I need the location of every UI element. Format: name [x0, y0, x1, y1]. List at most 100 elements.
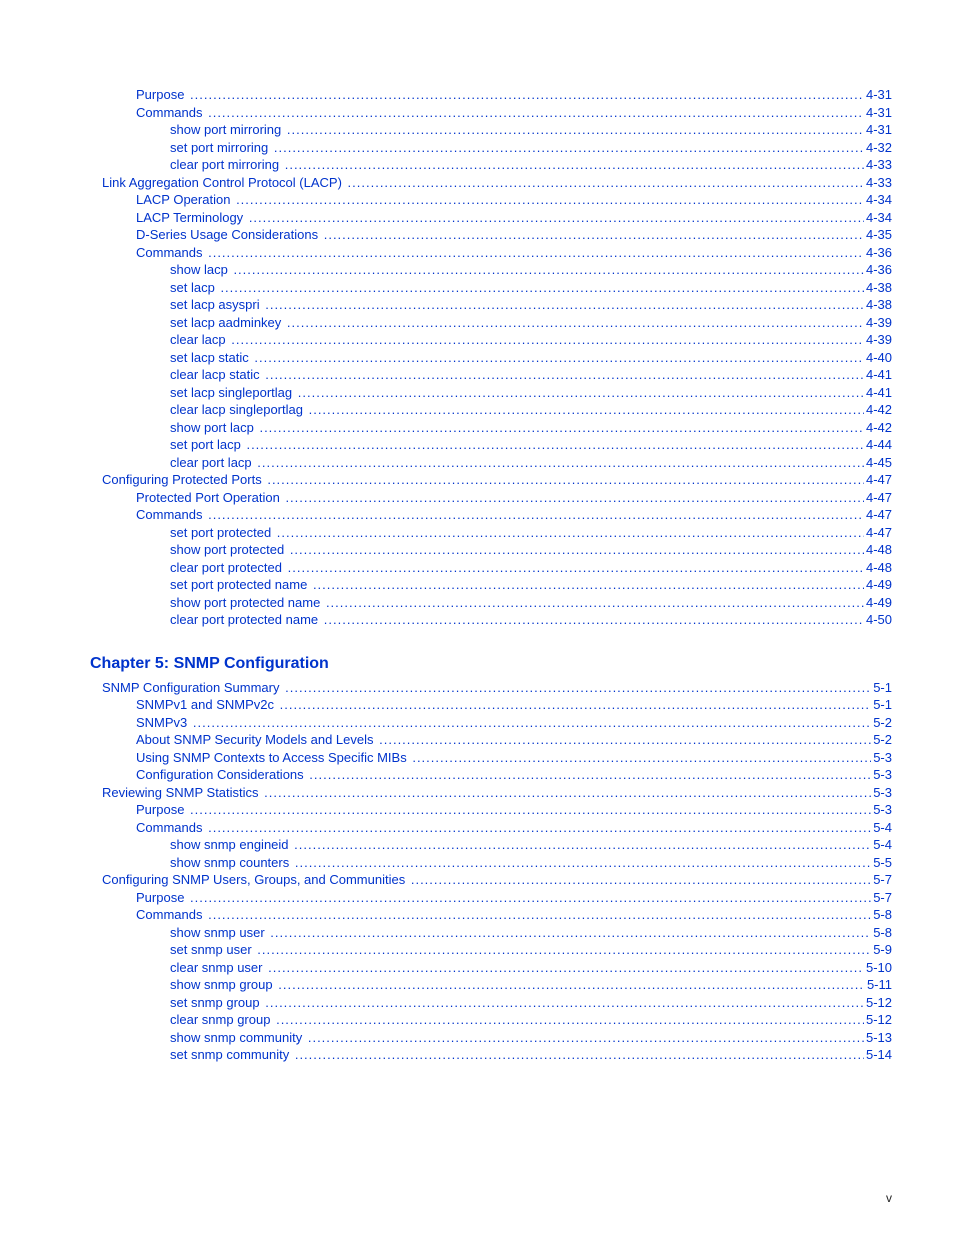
toc-link[interactable]: Reviewing SNMP Statistics: [102, 784, 259, 802]
toc-page-number: 5-11: [865, 976, 892, 994]
toc-link[interactable]: clear lacp static: [170, 366, 260, 384]
toc-entry: show snmp community ....................…: [90, 1029, 892, 1047]
toc-page-number: 4-42: [864, 401, 892, 419]
toc-link[interactable]: Configuring Protected Ports: [102, 471, 262, 489]
toc-link[interactable]: clear port lacp: [170, 454, 252, 472]
toc-link[interactable]: set lacp static: [170, 349, 249, 367]
toc-link[interactable]: Protected Port Operation: [136, 489, 280, 507]
toc-entry: SNMPv1 and SNMPv2c .....................…: [90, 696, 892, 714]
toc-page-number: 5-7: [871, 871, 892, 889]
toc-link[interactable]: set port protected name: [170, 576, 307, 594]
toc-link[interactable]: set port protected: [170, 524, 271, 542]
toc-link[interactable]: show snmp group: [170, 976, 273, 994]
toc-leader-dots: ........................................…: [272, 139, 864, 157]
toc-link[interactable]: show snmp user: [170, 924, 265, 942]
toc-link[interactable]: SNMPv3: [136, 714, 187, 732]
toc-leader-dots: ........................................…: [346, 174, 864, 192]
toc-link[interactable]: Commands: [136, 506, 202, 524]
toc-leader-dots: ........................................…: [283, 679, 871, 697]
toc-link[interactable]: D-Series Usage Considerations: [136, 226, 318, 244]
toc-link[interactable]: clear lacp: [170, 331, 226, 349]
toc-link[interactable]: Configuration Considerations: [136, 766, 304, 784]
toc-link[interactable]: set port lacp: [170, 436, 241, 454]
toc-leader-dots: ........................................…: [275, 524, 864, 542]
toc-link[interactable]: SNMP Configuration Summary: [102, 679, 280, 697]
toc-link[interactable]: Purpose: [136, 889, 184, 907]
toc-page-number: 5-4: [871, 836, 892, 854]
page-container: Purpose ................................…: [0, 0, 954, 1235]
toc-link[interactable]: set snmp user: [170, 941, 252, 959]
toc-entry: Configuring Protected Ports ............…: [90, 471, 892, 489]
toc-link[interactable]: set lacp asyspri: [170, 296, 260, 314]
toc-page-number: 4-41: [864, 366, 892, 384]
toc-leader-dots: ........................................…: [265, 471, 864, 489]
toc-link[interactable]: LACP Operation: [136, 191, 230, 209]
toc-page-number: 4-40: [864, 349, 892, 367]
toc-link[interactable]: show port protected name: [170, 594, 320, 612]
toc-link[interactable]: Using SNMP Contexts to Access Specific M…: [136, 749, 407, 767]
toc-page-number: 4-34: [864, 191, 892, 209]
toc-link[interactable]: Configuring SNMP Users, Groups, and Comm…: [102, 871, 405, 889]
toc-leader-dots: ........................................…: [276, 976, 865, 994]
toc-leader-dots: ........................................…: [257, 419, 864, 437]
toc-link[interactable]: set lacp: [170, 279, 215, 297]
toc-link[interactable]: show snmp counters: [170, 854, 289, 872]
toc-page-number: 5-10: [864, 959, 892, 977]
toc-entry: clear port protected ...................…: [90, 559, 892, 577]
toc-page-number: 4-36: [864, 261, 892, 279]
toc-leader-dots: ........................................…: [306, 1029, 864, 1047]
toc-link[interactable]: clear port protected name: [170, 611, 318, 629]
toc-link[interactable]: set snmp community: [170, 1046, 289, 1064]
toc-link[interactable]: show port mirroring: [170, 121, 281, 139]
toc-link[interactable]: Purpose: [136, 801, 184, 819]
toc-leader-dots: ........................................…: [206, 819, 871, 837]
toc-leader-dots: ........................................…: [293, 854, 871, 872]
toc-link[interactable]: show port lacp: [170, 419, 254, 437]
toc-link[interactable]: set lacp aadminkey: [170, 314, 281, 332]
toc-leader-dots: ........................................…: [292, 836, 871, 854]
toc-leader-dots: ........................................…: [206, 506, 864, 524]
toc-page-number: 4-49: [864, 576, 892, 594]
toc-link[interactable]: Commands: [136, 244, 202, 262]
toc-page-number: 5-3: [871, 801, 892, 819]
toc-entry: Commands ...............................…: [90, 906, 892, 924]
toc-entry: show port mirroring ....................…: [90, 121, 892, 139]
toc-page-number: 4-39: [864, 314, 892, 332]
chapter-heading: Chapter 5: SNMP Configuration: [90, 655, 892, 673]
toc-link[interactable]: show port protected: [170, 541, 284, 559]
toc-page-number: 4-48: [864, 559, 892, 577]
toc-link[interactable]: Commands: [136, 819, 202, 837]
toc-page-number: 4-47: [864, 489, 892, 507]
toc-page-number: 4-38: [864, 279, 892, 297]
toc-leader-dots: ........................................…: [283, 156, 864, 174]
toc-page-number: 5-2: [871, 714, 892, 732]
toc-link[interactable]: Purpose: [136, 86, 184, 104]
toc-link[interactable]: clear lacp singleportlag: [170, 401, 303, 419]
toc-link[interactable]: Commands: [136, 104, 202, 122]
toc-entry: Protected Port Operation ...............…: [90, 489, 892, 507]
toc-link[interactable]: set port mirroring: [170, 139, 268, 157]
toc-link[interactable]: show lacp: [170, 261, 228, 279]
toc-page-number: 4-47: [864, 506, 892, 524]
toc-link[interactable]: Commands: [136, 906, 202, 924]
toc-link[interactable]: About SNMP Security Models and Levels: [136, 731, 374, 749]
toc-link[interactable]: show snmp engineid: [170, 836, 289, 854]
toc-entry: Commands ...............................…: [90, 104, 892, 122]
toc-link[interactable]: set snmp group: [170, 994, 260, 1012]
toc-link[interactable]: LACP Terminology: [136, 209, 243, 227]
toc-link[interactable]: clear snmp group: [170, 1011, 270, 1029]
toc-entry: set port mirroring .....................…: [90, 139, 892, 157]
toc-page-number: 4-34: [864, 209, 892, 227]
toc-leader-dots: ........................................…: [322, 226, 864, 244]
toc-entry: set lacp aadminkey .....................…: [90, 314, 892, 332]
toc-link[interactable]: set lacp singleportlag: [170, 384, 292, 402]
toc-page-number: 5-3: [871, 784, 892, 802]
toc-link[interactable]: clear snmp user: [170, 959, 262, 977]
toc-page-number: 4-47: [864, 524, 892, 542]
toc-link[interactable]: Link Aggregation Control Protocol (LACP): [102, 174, 342, 192]
toc-link[interactable]: clear port mirroring: [170, 156, 279, 174]
toc-link[interactable]: SNMPv1 and SNMPv2c: [136, 696, 274, 714]
toc-link[interactable]: clear port protected: [170, 559, 282, 577]
toc-leader-dots: ........................................…: [244, 436, 864, 454]
toc-link[interactable]: show snmp community: [170, 1029, 302, 1047]
